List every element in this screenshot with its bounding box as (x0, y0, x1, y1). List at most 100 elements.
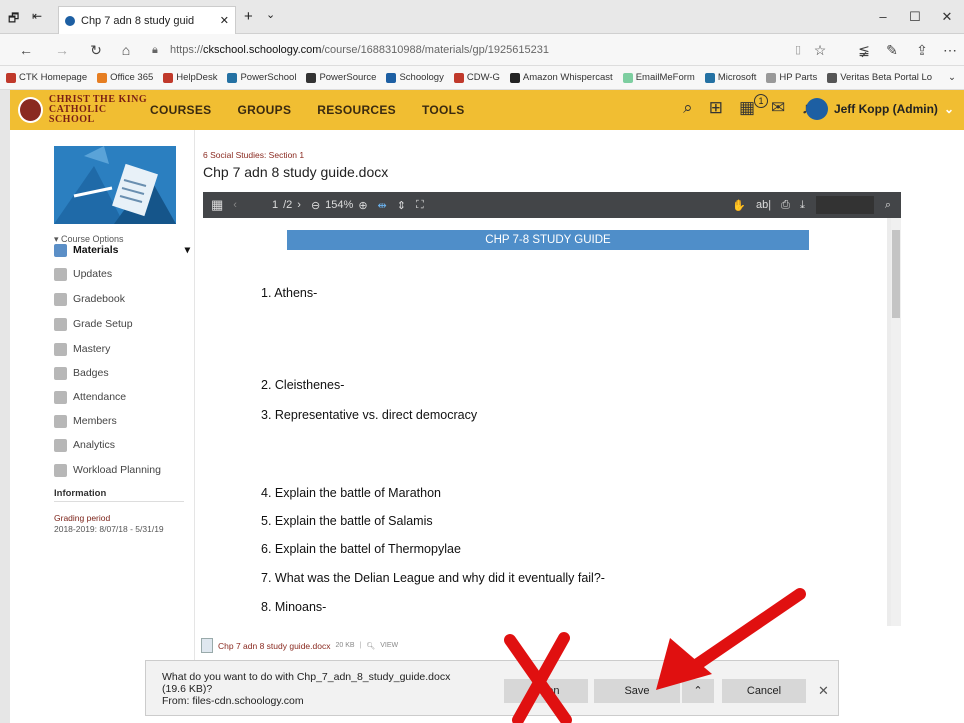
cancel-button[interactable]: Cancel (722, 679, 806, 703)
favorites-hub-icon[interactable]: ≨ (852, 40, 876, 60)
more-menu-icon[interactable]: ⋯ (938, 40, 962, 60)
study-guide-item: 1. Athens- (261, 286, 318, 300)
viewer-scrollbar-thumb[interactable] (892, 230, 900, 318)
next-page-icon[interactable]: › (297, 199, 301, 211)
sidebar-item-icon (54, 342, 67, 356)
schoology-favicon-icon (65, 15, 75, 26)
chevron-down-icon[interactable]: ▾ (185, 244, 190, 256)
sidebar-item-icon (54, 414, 67, 428)
favorite-item[interactable]: EmailMeForm (622, 72, 695, 83)
download-icon[interactable]: ⤓ (800, 199, 805, 212)
sidebar-item-grade-setup[interactable]: Grade Setup (54, 314, 190, 334)
browser-tab[interactable]: Chp 7 adn 8 study guid ✕ (58, 6, 236, 34)
fullscreen-icon[interactable]: ⛶ (416, 199, 424, 212)
messages-envelope-icon[interactable]: ✉ (771, 98, 785, 118)
tab-list-chevron-icon[interactable]: ⌄ (266, 8, 275, 21)
address-bar-row: ← → ↻ ⌂ 🔒︎ https://ckschool.schoology.co… (0, 34, 964, 66)
nav-courses[interactable]: COURSES (150, 103, 211, 117)
favorite-item[interactable]: HelpDesk (163, 72, 217, 83)
favorite-icon (6, 72, 16, 83)
favorite-item[interactable]: Office 365 (97, 72, 153, 83)
sidebar-item-workload-planning[interactable]: Workload Planning (54, 460, 190, 480)
refresh-icon[interactable]: ↻ (84, 40, 108, 60)
page-number[interactable]: 1 (272, 199, 278, 211)
favorite-item[interactable]: CTK Homepage (6, 72, 87, 83)
favorite-item[interactable]: Schoology (386, 72, 444, 83)
hand-tool-icon[interactable]: ✋ (732, 199, 746, 212)
favorite-icon (827, 72, 838, 83)
apps-grid-icon[interactable]: ⊞ (709, 98, 723, 118)
sidebar-item-analytics[interactable]: Analytics (54, 435, 190, 455)
favorite-item[interactable]: CDW-G (453, 72, 500, 83)
notes-pen-icon[interactable]: ✎ (880, 40, 904, 60)
sidebar-item-gradebook[interactable]: Gradebook (54, 289, 190, 309)
close-download-bar-icon[interactable]: ✕ (818, 683, 829, 699)
zoom-out-icon[interactable]: ⊖ (311, 199, 320, 212)
favorite-item[interactable]: Microsoft (704, 72, 756, 83)
sidebar-item-attendance[interactable]: Attendance (54, 387, 190, 407)
viewer-search-icon[interactable]: ⌕ (885, 199, 891, 212)
favorite-item[interactable]: PowerSchool (227, 72, 296, 83)
open-button[interactable]: Open (504, 679, 588, 703)
save-options-chevron-icon[interactable]: ⌃ (682, 679, 714, 703)
thumbnails-icon[interactable]: ▦ (211, 197, 223, 213)
document-heading: CHP 7-8 STUDY GUIDE (287, 230, 809, 250)
chevron-down-icon: ⌄ (943, 102, 954, 116)
study-guide-item: 3. Representative vs. direct democracy (261, 408, 478, 422)
favorite-star-icon[interactable]: ☆ (808, 40, 832, 60)
main-content: 6 Social Studies: Section 1 Chp 7 adn 8 … (194, 130, 916, 690)
calendar-icon[interactable]: ▦ (739, 98, 755, 118)
nav-groups[interactable]: GROUPS (237, 103, 291, 117)
home-icon[interactable]: ⌂ (114, 40, 138, 60)
favorites-overflow-chevron-icon[interactable]: ⌄ (948, 72, 956, 83)
favorites-bar: CTK Homepage Office 365 HelpDesk PowerSchoo… (0, 66, 964, 90)
sidebar-item-updates[interactable]: Updates (54, 264, 190, 284)
minimize-icon[interactable]: – (868, 6, 898, 28)
fit-page-icon[interactable]: ⇕ (397, 199, 406, 212)
favorite-label: Veritas Beta Portal Lo (840, 72, 933, 83)
sidebar-item-materials[interactable]: Materials ▾ (54, 240, 190, 260)
new-tab-icon[interactable]: + (244, 8, 253, 25)
sidebar-item-members[interactable]: Members (54, 411, 190, 431)
sidebar-item-mastery[interactable]: Mastery (54, 339, 190, 359)
breadcrumb[interactable]: 6 Social Studies: Section 1 (203, 150, 304, 160)
favorite-item[interactable]: HP Parts (766, 72, 817, 83)
study-guide-item: 5. Explain the battle of Salamis (261, 514, 433, 528)
favorite-item[interactable]: PowerSource (306, 72, 376, 83)
sidebar-item-icon (54, 390, 67, 404)
fit-width-icon[interactable]: ⇹ (378, 199, 387, 212)
zoom-level[interactable]: 154% (325, 199, 353, 211)
zoom-in-icon[interactable]: ⊕ (358, 199, 367, 212)
maximize-icon[interactable]: ☐ (900, 6, 930, 28)
text-select-icon[interactable]: ab| (756, 199, 771, 211)
favorite-item[interactable]: Veritas Beta Portal Lo (827, 72, 932, 83)
search-icon[interactable]: ⌕ (683, 98, 693, 118)
sidebar-item-badges[interactable]: Badges (54, 363, 190, 383)
save-button[interactable]: Save (594, 679, 680, 703)
tab-close-icon[interactable]: ✕ (220, 14, 229, 27)
tabs-aside-icon[interactable]: ⇤ (32, 9, 42, 23)
viewer-search-input[interactable] (815, 196, 874, 214)
attachment-view-link[interactable]: VIEW (380, 642, 398, 649)
forward-icon[interactable]: → (50, 40, 74, 60)
favorite-label: HP Parts (779, 72, 818, 83)
user-menu[interactable]: Jeff Kopp (Admin) ⌄ (805, 98, 954, 120)
close-window-icon[interactable]: ✕ (932, 6, 962, 28)
share-icon[interactable]: ⇪ (910, 40, 934, 60)
study-guide-item: 2. Cleisthenes- (261, 378, 345, 392)
url-field[interactable]: 🔒︎ https://ckschool.schoology.com/course… (150, 39, 770, 61)
nav-resources[interactable]: RESOURCES (317, 103, 396, 117)
schoology-header: CHRIST THE KING CATHOLIC SCHOOL COURSES G… (10, 90, 964, 130)
favorite-item[interactable]: Amazon Whispercast (509, 72, 613, 83)
favorite-label: HelpDesk (176, 72, 218, 83)
print-icon[interactable]: ⎙ (781, 199, 790, 212)
document-viewer[interactable]: CHP 7-8 STUDY GUIDE 1. Athens- 2. Cleisth… (203, 218, 901, 626)
reading-view-icon[interactable]: ▯ (786, 40, 810, 60)
school-logo[interactable]: CHRIST THE KING CATHOLIC SCHOOL (10, 95, 150, 125)
prev-page-icon[interactable]: ‹ (233, 199, 237, 211)
back-icon[interactable]: ← (14, 40, 38, 60)
course-image (54, 146, 176, 224)
nav-tools[interactable]: TOOLS (422, 103, 465, 117)
attachment-link[interactable]: Chp 7 adn 8 study guide.docx (218, 641, 330, 651)
tab-actions-icon[interactable]: 🗗 (8, 9, 19, 30)
